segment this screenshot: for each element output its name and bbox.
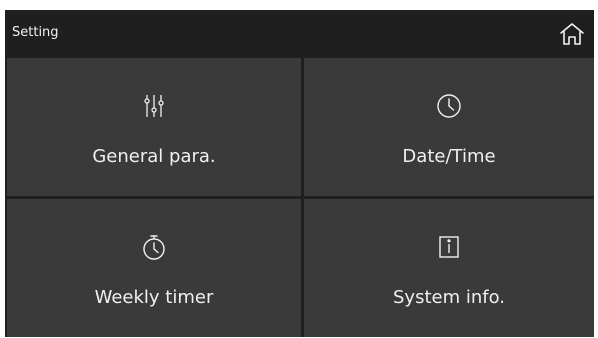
home-button[interactable]	[557, 21, 587, 47]
stopwatch-icon	[141, 234, 167, 260]
page-title: Setting	[12, 25, 59, 40]
tile-date-time[interactable]: Date/Time	[304, 58, 594, 196]
tile-system-info[interactable]: System info.	[304, 199, 594, 337]
home-icon	[560, 23, 584, 45]
sliders-icon	[141, 93, 167, 119]
clock-icon	[436, 93, 462, 119]
settings-screen: Setting General para. Date/Time Weekly t…	[5, 10, 594, 337]
tile-weekly-timer[interactable]: Weekly timer	[7, 199, 301, 337]
tile-label: Weekly timer	[94, 287, 214, 308]
tile-general-para[interactable]: General para.	[7, 58, 301, 196]
info-icon	[436, 234, 462, 260]
tile-label: Date/Time	[402, 146, 496, 167]
tile-label: General para.	[92, 146, 216, 167]
tile-label: System info.	[392, 287, 505, 308]
header-bar: Setting	[5, 10, 594, 57]
